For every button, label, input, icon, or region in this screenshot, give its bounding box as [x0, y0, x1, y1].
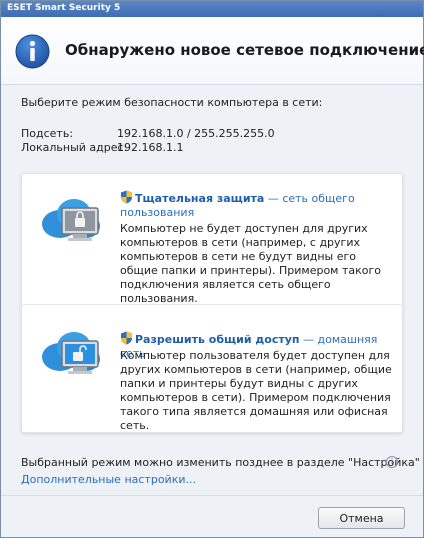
dialog-window: ESET Smart Security 5 Обнаружено новое с… [0, 0, 424, 538]
option-strict-description: Компьютер не будет доступен для других к… [120, 222, 381, 305]
mode-options-panel: Тщательная защита — сеть общего пользова… [21, 173, 403, 433]
option-sharing-title: Разрешить общий доступ [135, 333, 300, 346]
uac-shield-icon [121, 331, 132, 345]
window-title: ESET Smart Security 5 [7, 3, 121, 13]
local-address-label: Локальный адрес: [21, 141, 128, 154]
subnet-row: Подсеть: 192.168.1.0 / 255.255.255.0 [21, 127, 275, 140]
help-info-icon[interactable]: i [386, 456, 398, 468]
option-strict-heading[interactable]: Тщательная защита — сеть общего пользова… [120, 190, 396, 220]
option-sharing-description: Компьютер пользователя будет доступен дл… [120, 349, 392, 432]
cancel-button[interactable]: Отмена [318, 507, 405, 529]
settings-note: Выбранный режим можно изменить позднее в… [21, 456, 420, 469]
footer-divider [1, 495, 423, 496]
option-strict-title: Тщательная защита [135, 192, 265, 205]
locked-computer-icon [42, 199, 100, 241]
option-allow-sharing[interactable]: Разрешить общий доступ — домашняя сеть К… [22, 304, 402, 432]
info-icon [15, 34, 50, 69]
title-bar: ESET Smart Security 5 [1, 1, 423, 17]
local-address-row: Локальный адрес:192.168.1.1 [21, 141, 183, 154]
subnet-label: Подсеть: [21, 127, 74, 140]
option-strict-protection[interactable]: Тщательная защита — сеть общего пользова… [22, 174, 402, 305]
subnet-value: 192.168.1.0 / 255.255.255.0 [117, 127, 275, 140]
dialog-heading: Обнаружено новое сетевое подключение [65, 41, 424, 59]
uac-shield-icon [121, 190, 132, 204]
mode-prompt: Выберите режим безопасности компьютера в… [21, 96, 323, 109]
local-address-value: 192.168.1.1 [117, 141, 184, 154]
dialog-header: Обнаружено новое сетевое подключение [1, 17, 424, 85]
advanced-settings-link[interactable]: Дополнительные настройки... [21, 473, 196, 486]
shared-computer-icon [42, 332, 100, 374]
